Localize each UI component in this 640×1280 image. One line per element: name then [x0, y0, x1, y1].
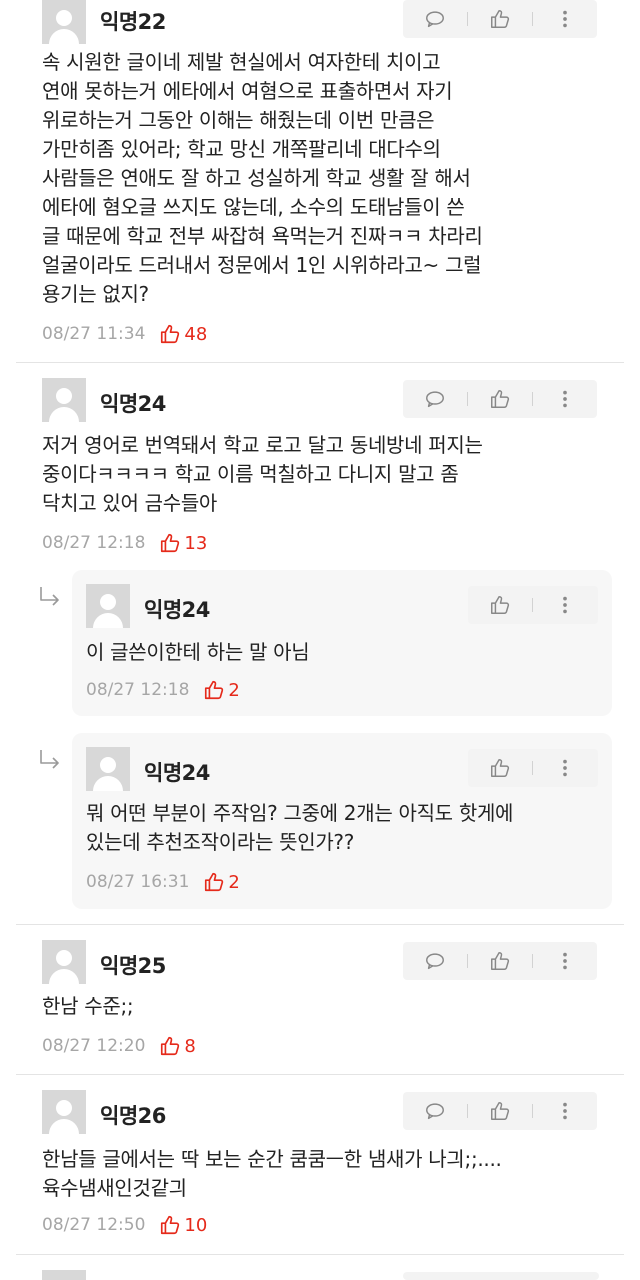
- like-count: 13: [159, 532, 207, 554]
- reply-meta: 08/27 16:31 2: [86, 870, 240, 894]
- thumbs-up-icon: [203, 679, 225, 701]
- speech-bubble-icon: [424, 950, 446, 972]
- comment-text: 한남 수준;;: [42, 994, 134, 1018]
- more-button[interactable]: [533, 749, 597, 787]
- speech-bubble-icon: [424, 1100, 446, 1122]
- reply-arrow-icon: [38, 749, 62, 771]
- like-count-value: 10: [184, 1214, 208, 1236]
- comment-meta: 08/27 12:50 10: [42, 1213, 207, 1237]
- reply-author: 익명24: [144, 598, 210, 622]
- more-vertical-icon: [554, 8, 576, 30]
- comment-button[interactable]: [403, 0, 467, 38]
- avatar: [42, 1090, 86, 1134]
- like-button[interactable]: [468, 586, 532, 624]
- comment-actions: [403, 1272, 599, 1280]
- like-count-value: 48: [184, 323, 208, 345]
- like-button[interactable]: [468, 749, 532, 787]
- divider: [16, 1074, 624, 1075]
- like-button[interactable]: [468, 380, 532, 418]
- thumbs-up-icon: [489, 1100, 511, 1122]
- avatar: [86, 747, 130, 791]
- more-vertical-icon: [554, 757, 576, 779]
- reply-actions: [468, 749, 598, 787]
- reply-arrow-icon: [38, 586, 62, 608]
- reply-author: 익명24: [144, 761, 210, 785]
- comment-text: 한남들 글에서는 딱 보는 순간 쿰쿰ㅡ한 냄새가 나긔;;.... 육수냄새인…: [42, 1147, 502, 1200]
- comment-button[interactable]: [403, 1092, 467, 1130]
- like-count-value: 13: [184, 532, 208, 554]
- reply-meta: 08/27 12:18 2: [86, 678, 240, 702]
- comment-actions: [403, 380, 597, 418]
- comment-actions: [403, 1092, 597, 1130]
- avatar: [42, 940, 86, 984]
- more-vertical-icon: [554, 1100, 576, 1122]
- comment-author: 익명26: [100, 1104, 166, 1128]
- reply-item: 익명24 이 글쓴이한테 하는 말 아님 08/27 12:18 2: [72, 570, 612, 716]
- comment-author: 익명25: [100, 954, 166, 978]
- like-button[interactable]: [468, 942, 532, 980]
- reply-date: 08/27 12:18: [86, 680, 190, 700]
- more-vertical-icon: [554, 950, 576, 972]
- thumbs-up-icon: [489, 388, 511, 410]
- thumbs-up-icon: [489, 594, 511, 616]
- avatar: [42, 1270, 86, 1280]
- comment-author: 익명22: [100, 10, 166, 34]
- comment-actions: [403, 0, 597, 38]
- divider: [16, 1254, 624, 1255]
- comment-actions: [403, 942, 597, 980]
- more-button[interactable]: [533, 586, 597, 624]
- comment-date: 08/27 12:18: [42, 533, 146, 553]
- comment-date: 08/27 12:50: [42, 1215, 146, 1235]
- more-button[interactable]: [533, 380, 597, 418]
- divider: [16, 924, 624, 925]
- like-button[interactable]: [468, 0, 532, 38]
- comment-date: 08/27 12:20: [42, 1036, 146, 1056]
- avatar: [42, 0, 86, 44]
- thumbs-up-icon: [159, 1214, 181, 1236]
- like-count: 48: [159, 323, 207, 345]
- reply-text: 뭐 어떤 부분이 주작임? 그중에 2개는 아직도 핫게에 있는데 추천조작이라…: [86, 801, 514, 854]
- thumbs-up-icon: [489, 950, 511, 972]
- thumbs-up-icon: [489, 8, 511, 30]
- speech-bubble-icon: [424, 8, 446, 30]
- like-count-value: 2: [228, 679, 240, 701]
- thumbs-up-icon: [159, 532, 181, 554]
- comment-meta: 08/27 11:34 48: [42, 322, 207, 346]
- thumbs-up-icon: [159, 1035, 181, 1057]
- comment-date: 08/27 11:34: [42, 324, 146, 344]
- reply-text: 이 글쓴이한테 하는 말 아님: [86, 640, 310, 664]
- comment-button[interactable]: [403, 942, 467, 980]
- more-vertical-icon: [554, 388, 576, 410]
- comment-author: 익명24: [100, 392, 166, 416]
- thumbs-up-icon: [203, 871, 225, 893]
- avatar: [86, 584, 130, 628]
- avatar: [42, 378, 86, 422]
- more-vertical-icon: [554, 594, 576, 616]
- divider: [16, 362, 624, 363]
- more-button[interactable]: [533, 1092, 597, 1130]
- comment-button[interactable]: [403, 380, 467, 418]
- more-button[interactable]: [533, 0, 597, 38]
- speech-bubble-icon: [424, 388, 446, 410]
- comment-meta: 08/27 12:20 8: [42, 1034, 196, 1058]
- more-button[interactable]: [533, 942, 597, 980]
- like-count: 10: [159, 1214, 207, 1236]
- comment-text: 저거 영어로 번역돼서 학교 로고 달고 동네방네 퍼지는 중이다ㅋㅋㅋㅋ 학교…: [42, 433, 483, 515]
- like-count: 2: [203, 679, 240, 701]
- thumbs-up-icon: [159, 323, 181, 345]
- reply-date: 08/27 16:31: [86, 872, 190, 892]
- thumbs-up-icon: [489, 757, 511, 779]
- comment-text: 속 시원한 글이네 제발 현실에서 여자한테 치이고 연애 못하는거 에타에서 …: [42, 50, 483, 306]
- like-count-value: 8: [184, 1035, 196, 1057]
- like-count-value: 2: [228, 871, 240, 893]
- reply-actions: [468, 586, 598, 624]
- like-button[interactable]: [468, 1092, 532, 1130]
- like-count: 2: [203, 871, 240, 893]
- like-count: 8: [159, 1035, 196, 1057]
- reply-item: 익명24 뭐 어떤 부분이 주작임? 그중에 2개는 아직도 핫게에 있는데 추…: [72, 733, 612, 909]
- comment-meta: 08/27 12:18 13: [42, 531, 207, 555]
